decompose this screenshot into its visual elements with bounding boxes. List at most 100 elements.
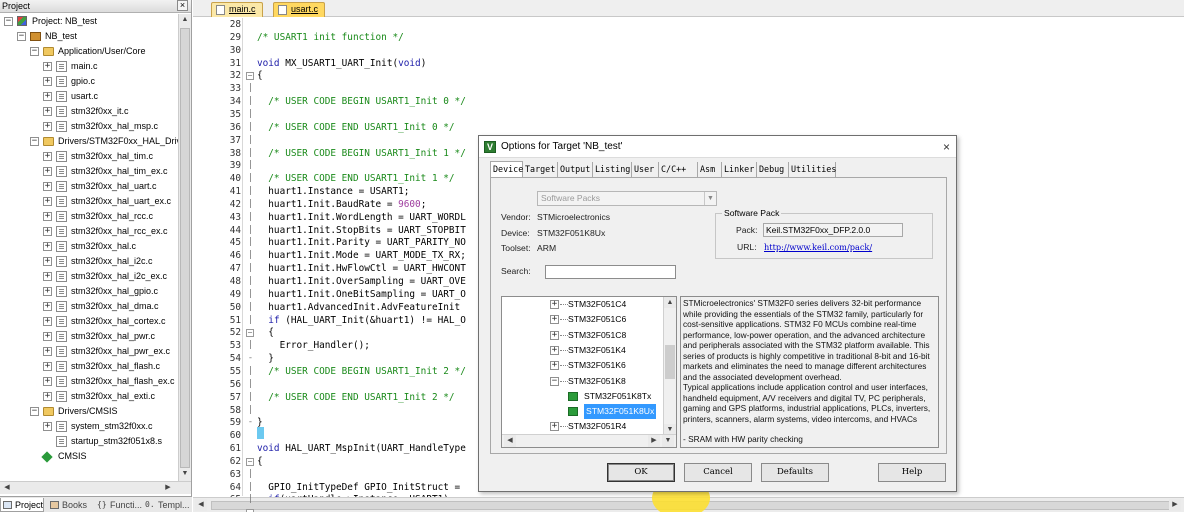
tab-templates[interactable]: 0. Templ... bbox=[142, 498, 192, 512]
tree-item[interactable]: + stm32f0xx_hal_rcc_ex.c bbox=[0, 224, 178, 239]
expand-icon[interactable]: + bbox=[550, 330, 559, 340]
expand-icon[interactable]: + bbox=[43, 317, 52, 326]
tab-listing[interactable]: Listing bbox=[593, 162, 632, 177]
tree-item[interactable]: − Drivers/STM32F0xx_HAL_Driv bbox=[0, 134, 178, 149]
scroll-right-icon[interactable]: ▶ bbox=[648, 435, 660, 447]
tree-item[interactable]: startup_stm32f051x8.s bbox=[0, 434, 178, 449]
scroll-down-icon[interactable]: ▼ bbox=[662, 435, 674, 447]
expand-icon[interactable]: + bbox=[43, 347, 52, 356]
tree-item[interactable]: + stm32f0xx_hal_pwr_ex.c bbox=[0, 344, 178, 359]
tree-item[interactable]: + stm32f0xx_hal_uart_ex.c bbox=[0, 194, 178, 209]
device-family-item[interactable]: + STM32F051K6 bbox=[502, 358, 662, 373]
device-family-item[interactable]: + STM32F051R4 bbox=[502, 419, 662, 434]
code-line[interactable]: huart1.Init.Mode = UART_MODE_TX_RX; bbox=[257, 250, 466, 261]
expand-icon[interactable]: + bbox=[43, 257, 52, 266]
expand-icon[interactable]: + bbox=[43, 152, 52, 161]
expand-icon[interactable]: + bbox=[43, 212, 52, 221]
expand-icon[interactable]: + bbox=[43, 122, 52, 131]
tree-item[interactable]: + system_stm32f0xx.c bbox=[0, 419, 178, 434]
fold-toggle-icon[interactable]: − bbox=[246, 329, 254, 338]
tree-item[interactable]: + usart.c bbox=[0, 89, 178, 104]
code-line[interactable]: huart1.Init.WordLength = UART_WORDL bbox=[257, 212, 466, 223]
code-line[interactable]: huart1.Instance = USART1; bbox=[257, 186, 409, 197]
tab-device[interactable]: Device bbox=[490, 161, 523, 178]
expand-icon[interactable]: + bbox=[43, 62, 52, 71]
scroll-left-icon[interactable]: ◀ bbox=[1, 482, 13, 494]
dialog-title-bar[interactable]: V Options for Target 'NB_test' × bbox=[479, 136, 956, 158]
collapse-icon[interactable]: − bbox=[30, 47, 39, 56]
code-line[interactable]: } bbox=[257, 353, 274, 364]
close-icon[interactable]: × bbox=[943, 136, 950, 158]
scroll-up-icon[interactable]: ▲ bbox=[664, 297, 676, 308]
code-line[interactable]: huart1.Init.OverSampling = UART_OVE bbox=[257, 276, 466, 287]
collapse-icon[interactable]: − bbox=[30, 137, 39, 146]
scroll-right-icon[interactable]: ▶ bbox=[1169, 499, 1181, 511]
code-line[interactable]: huart1.Init.Parity = UART_PARITY_NO bbox=[257, 237, 466, 248]
scrollbar-thumb[interactable] bbox=[665, 345, 675, 379]
code-line[interactable]: /* USER CODE BEGIN USART1_Init 1 */ bbox=[257, 148, 466, 159]
expand-icon[interactable]: + bbox=[43, 272, 52, 281]
code-line[interactable]: { bbox=[257, 70, 263, 81]
expand-icon[interactable]: + bbox=[43, 377, 52, 386]
tree-item[interactable]: + stm32f0xx_hal_i2c_ex.c bbox=[0, 269, 178, 284]
collapse-icon[interactable]: − bbox=[30, 407, 39, 416]
tab-project[interactable]: Project bbox=[0, 498, 44, 512]
code-line[interactable]: { bbox=[257, 327, 274, 338]
tab-linker[interactable]: Linker bbox=[722, 162, 757, 177]
close-icon[interactable]: × bbox=[177, 0, 188, 11]
code-line[interactable]: /* USER CODE END USART1_Init 1 */ bbox=[257, 173, 454, 184]
tree-item[interactable]: + stm32f0xx_hal_gpio.c bbox=[0, 284, 178, 299]
code-line[interactable]: huart1.Init.BaudRate = 9600; bbox=[257, 199, 426, 210]
tree-item[interactable]: + stm32f0xx_hal_exti.c bbox=[0, 389, 178, 404]
expand-icon[interactable]: + bbox=[43, 227, 52, 236]
expand-icon[interactable]: + bbox=[43, 107, 52, 116]
tree-item[interactable]: + stm32f0xx_hal_pwr.c bbox=[0, 329, 178, 344]
tab-c-c-[interactable]: C/C++ bbox=[659, 162, 698, 177]
tab-usart-c[interactable]: usart.c bbox=[273, 2, 326, 17]
tree-item[interactable]: + stm32f0xx_hal.c bbox=[0, 239, 178, 254]
code-line[interactable]: Error_Handler(); bbox=[257, 340, 370, 351]
code-line[interactable]: huart1.Init.OneBitSampling = UART_O bbox=[257, 289, 466, 300]
code-line[interactable]: /* USER CODE BEGIN USART1_Init 0 */ bbox=[257, 96, 466, 107]
code-line[interactable]: void HAL_UART_MspInit(UART_HandleType bbox=[257, 443, 466, 454]
tree-item[interactable]: − Application/User/Core bbox=[0, 44, 178, 59]
fold-toggle-icon[interactable]: − bbox=[246, 457, 254, 466]
expand-icon[interactable]: + bbox=[550, 315, 559, 325]
tree-item[interactable]: + stm32f0xx_hal_tim_ex.c bbox=[0, 164, 178, 179]
tree-item[interactable]: + stm32f0xx_hal_dma.c bbox=[0, 299, 178, 314]
device-variant-item[interactable]: STM32F051K8Ux bbox=[502, 404, 662, 420]
code-line[interactable]: huart1.Init.HwFlowCtl = UART_HWCONT bbox=[257, 263, 466, 274]
fold-toggle-icon[interactable]: − bbox=[246, 72, 254, 81]
tree-item[interactable]: CMSIS bbox=[0, 449, 178, 464]
expand-icon[interactable]: + bbox=[43, 362, 52, 371]
scroll-up-icon[interactable]: ▲ bbox=[179, 14, 191, 26]
tab-output[interactable]: Output bbox=[558, 162, 593, 177]
tree-item[interactable]: − Drivers/CMSIS bbox=[0, 404, 178, 419]
tree-item[interactable]: + stm32f0xx_it.c bbox=[0, 104, 178, 119]
tab-user[interactable]: User bbox=[632, 162, 659, 177]
code-line[interactable]: void MX_USART1_UART_Init(void) bbox=[257, 58, 426, 69]
tab-books[interactable]: Books bbox=[48, 498, 92, 512]
device-family-item[interactable]: + STM32F051C4 bbox=[502, 297, 662, 312]
expand-icon[interactable]: + bbox=[43, 197, 52, 206]
ok-button[interactable]: OK bbox=[607, 463, 675, 482]
tree-item[interactable]: + gpio.c bbox=[0, 74, 178, 89]
project-vertical-scrollbar[interactable]: ▲ ▼ bbox=[178, 14, 191, 481]
cancel-button[interactable]: Cancel bbox=[684, 463, 752, 482]
expand-icon[interactable]: + bbox=[43, 167, 52, 176]
expand-icon[interactable]: + bbox=[43, 332, 52, 341]
code-line[interactable]: huart1.AdvancedInit.AdvFeatureInit bbox=[257, 302, 460, 313]
tree-item[interactable]: + stm32f0xx_hal_rcc.c bbox=[0, 209, 178, 224]
tab-main-c[interactable]: main.c bbox=[211, 2, 263, 17]
tree-item[interactable]: + stm32f0xx_hal_i2c.c bbox=[0, 254, 178, 269]
code-line[interactable]: /* USER CODE END USART1_Init 2 */ bbox=[257, 392, 454, 403]
code-line[interactable]: if (HAL_UART_Init(&huart1) != HAL_O bbox=[257, 315, 466, 326]
tab-debug[interactable]: Debug bbox=[757, 162, 789, 177]
help-button[interactable]: Help bbox=[878, 463, 946, 482]
expand-icon[interactable]: + bbox=[43, 242, 52, 251]
device-tree-horizontal-scrollbar[interactable]: ◀ ▶ ▼ bbox=[502, 434, 676, 447]
scroll-left-icon[interactable]: ◀ bbox=[504, 435, 516, 447]
expand-icon[interactable]: + bbox=[550, 361, 559, 371]
device-variant-item[interactable]: STM32F051K8Tx bbox=[502, 389, 662, 404]
tree-item[interactable]: + stm32f0xx_hal_tim.c bbox=[0, 149, 178, 164]
